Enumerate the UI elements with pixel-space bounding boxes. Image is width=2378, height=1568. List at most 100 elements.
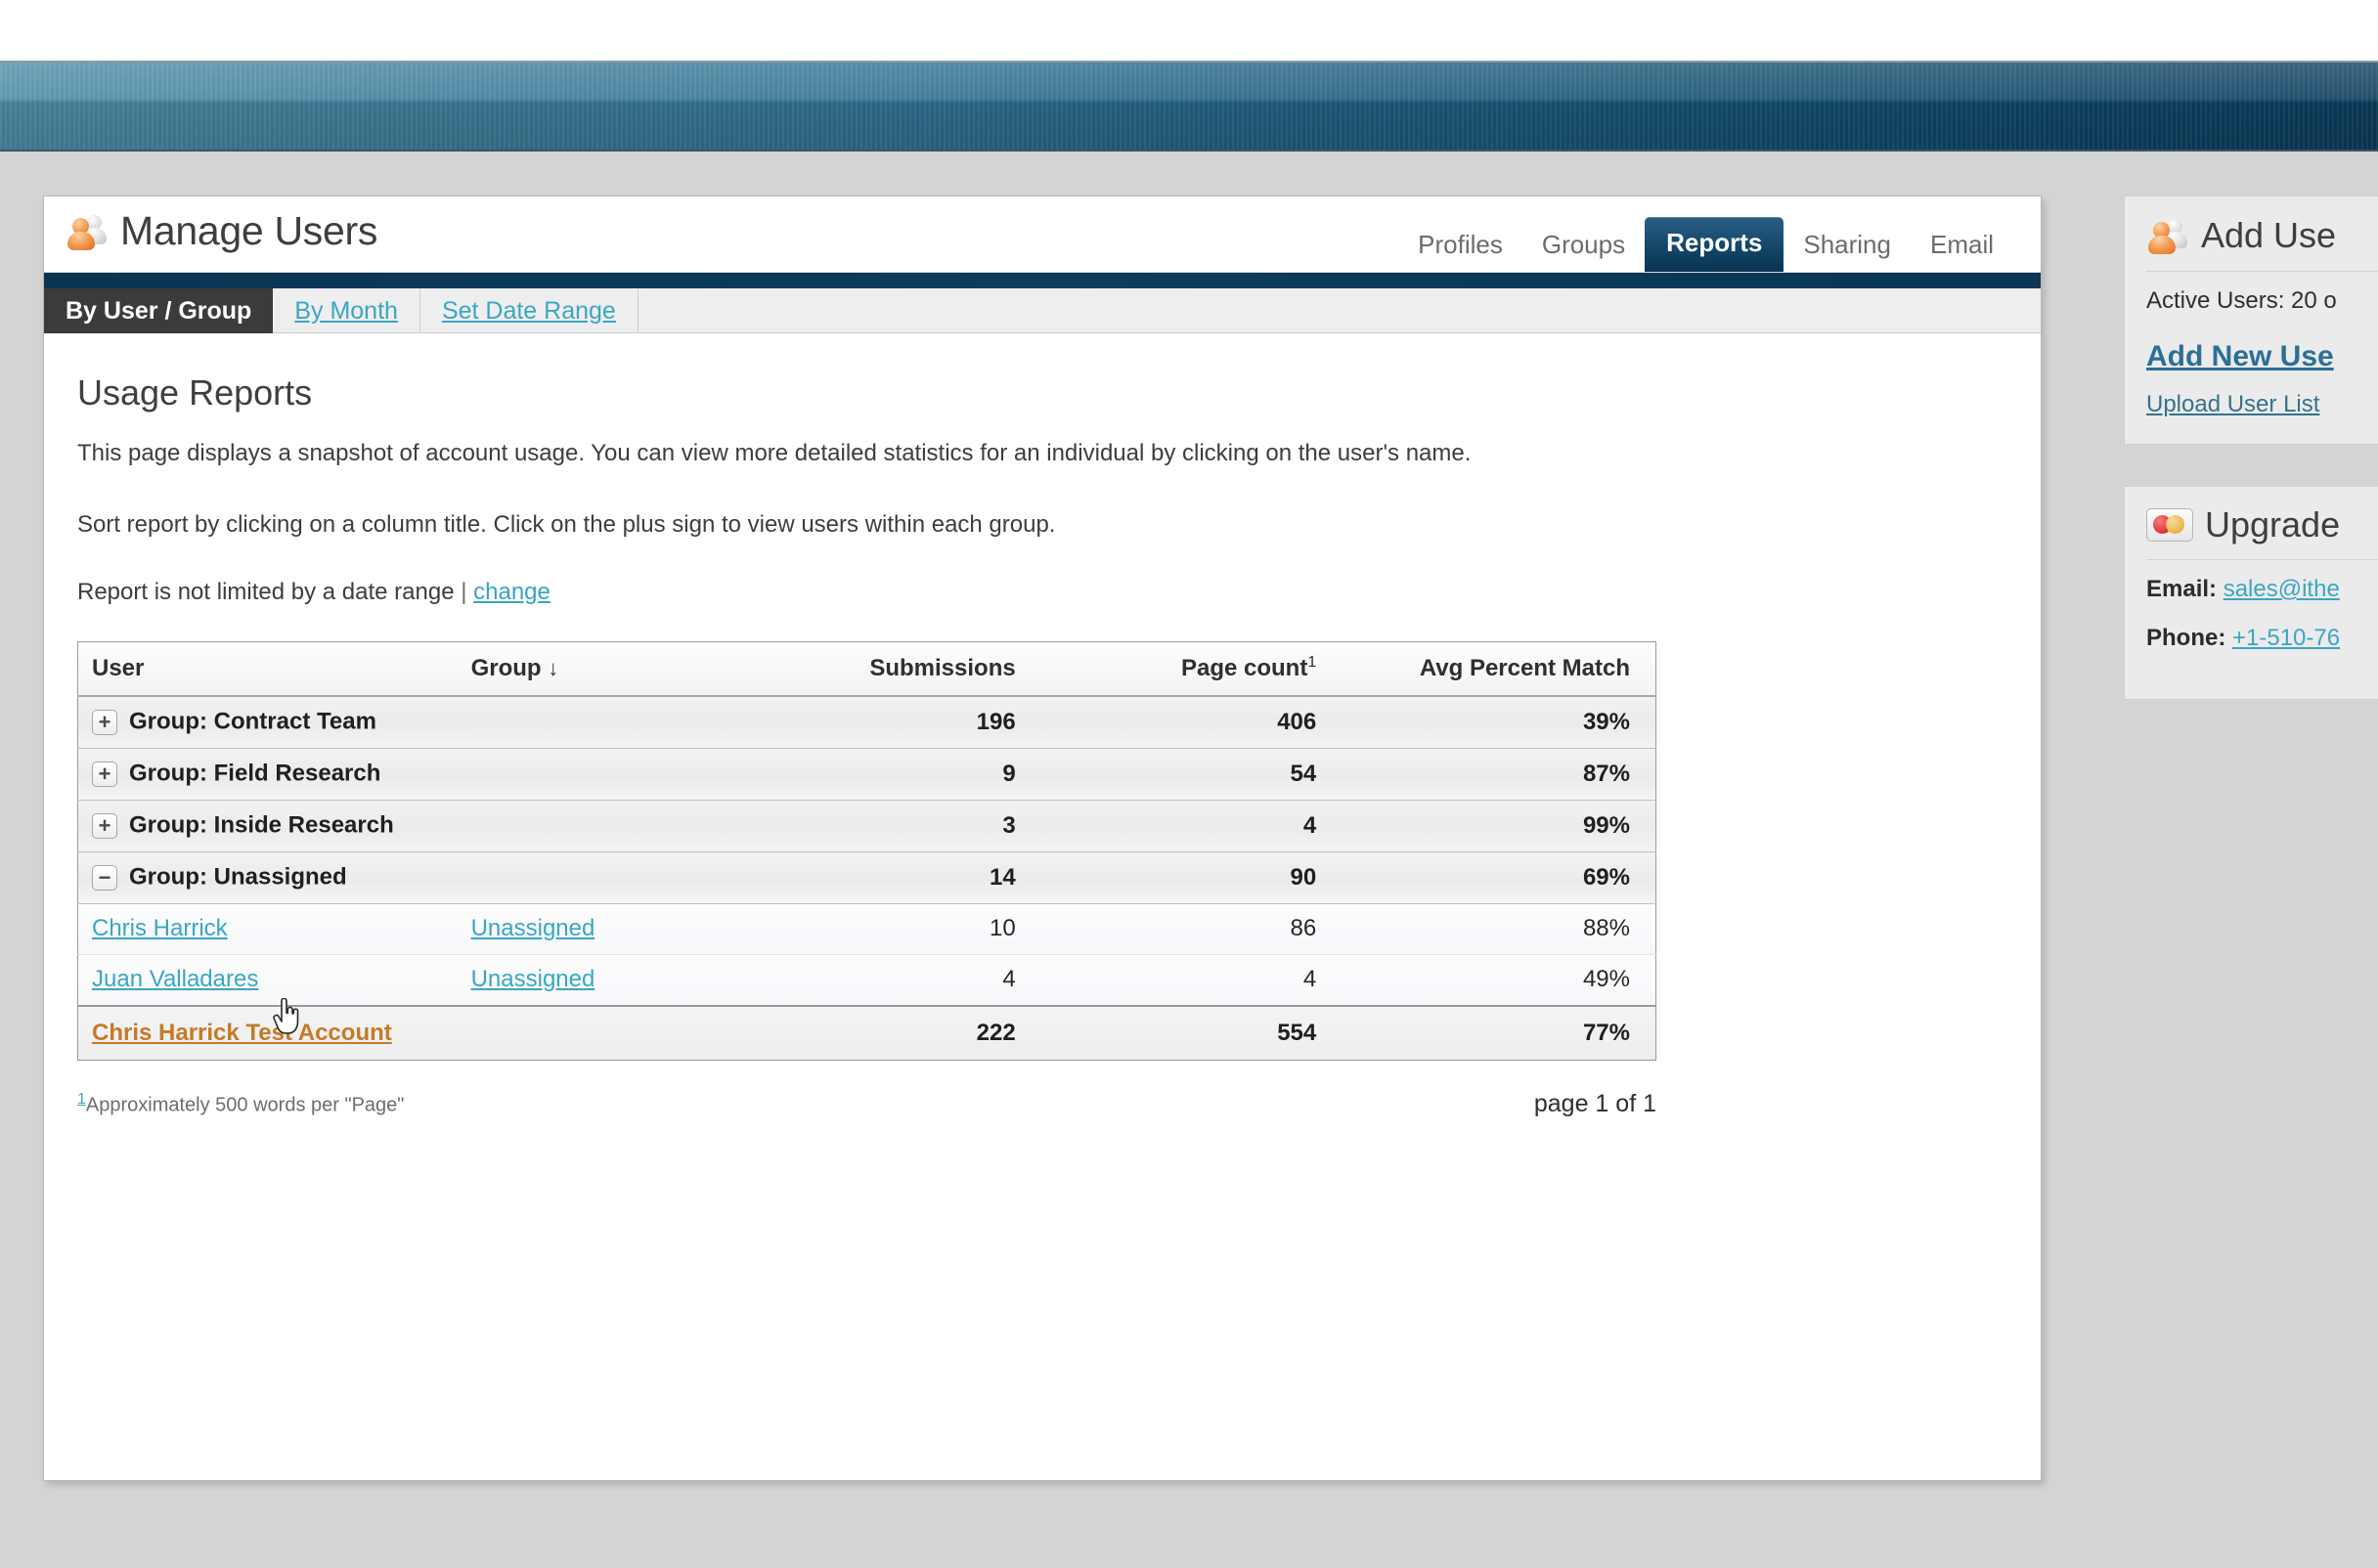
pagination-label: page 1 of 1 xyxy=(1534,1090,1656,1118)
col-header-avg-percent-match[interactable]: Avg Percent Match xyxy=(1342,641,1655,696)
col-header-page-count[interactable]: Page count1 xyxy=(1041,641,1343,696)
panel-header: Manage Users Profiles Groups Reports Sha… xyxy=(44,196,2041,273)
cell-user: −Group: Unassigned xyxy=(78,851,471,903)
intro-paragraph: This page displays a snapshot of account… xyxy=(77,435,1700,473)
table-row: + Group: Field Research 9 54 87% xyxy=(78,748,1656,800)
collapse-group-icon[interactable]: − xyxy=(92,865,117,891)
group-name-link[interactable]: Unassigned xyxy=(471,915,595,941)
users-icon xyxy=(2146,214,2189,257)
col-header-page-count-label: Page count xyxy=(1181,655,1307,681)
upgrade-phone-row: Phone: +1-510-76 xyxy=(2146,625,2378,652)
cell-submissions: 3 xyxy=(739,800,1041,851)
group-name: Group: Unassigned xyxy=(129,864,347,891)
group-name: Group: Contract Team xyxy=(129,709,376,735)
account-total-link[interactable]: Chris Harrick Test Account xyxy=(92,1020,392,1046)
cell-submissions: 10 xyxy=(739,903,1041,954)
cell-group xyxy=(471,1006,739,1061)
subtab-by-month[interactable]: By Month xyxy=(273,288,420,333)
cell-page-count: 406 xyxy=(1041,696,1343,749)
group-name: Group: Field Research xyxy=(129,761,380,787)
cell-avg-percent-match: 69% xyxy=(1342,851,1655,903)
user-name-link[interactable]: Chris Harrick xyxy=(92,915,228,941)
change-date-range-link[interactable]: change xyxy=(473,579,550,605)
cell-avg-percent-match: 87% xyxy=(1342,748,1655,800)
cell-submissions: 4 xyxy=(739,954,1041,1006)
table-footer: 1Approximately 500 words per "Page" page… xyxy=(77,1090,1656,1118)
cell-submissions: 14 xyxy=(739,851,1041,903)
table-head: User Group ↓ Submissions Page count1 Avg… xyxy=(78,641,1656,696)
cell-group xyxy=(471,800,739,851)
add-new-user-link[interactable]: Add New Use xyxy=(2146,340,2378,373)
right-sidebar: Add Use Active Users: 20 o Add New Use U… xyxy=(2124,196,2378,741)
date-range-text: Report is not limited by a date range xyxy=(77,579,455,605)
nav-tab-email[interactable]: Email xyxy=(1911,221,2013,272)
subtab-by-user-group[interactable]: By User / Group xyxy=(44,288,273,333)
site-banner xyxy=(0,61,2378,152)
panel-content: Usage Reports This page displays a snaps… xyxy=(44,333,2041,1118)
upgrade-phone-link[interactable]: +1-510-76 xyxy=(2232,625,2340,651)
upload-user-list-link[interactable]: Upload User List xyxy=(2146,391,2378,418)
col-header-group[interactable]: Group ↓ xyxy=(471,641,739,696)
expand-group-icon[interactable]: + xyxy=(92,710,117,735)
add-users-title: Add Use xyxy=(2201,215,2336,256)
nav-tab-profiles[interactable]: Profiles xyxy=(1398,221,1522,272)
active-users-count: Active Users: 20 o xyxy=(2146,287,2378,315)
page-title-group: Manage Users xyxy=(66,208,377,254)
col-header-submissions[interactable]: Submissions xyxy=(739,641,1041,696)
upgrade-phone-label: Phone: xyxy=(2146,625,2225,651)
upgrade-panel: Upgrade Email: sales@ithe Phone: +1-510-… xyxy=(2124,486,2378,700)
footnote-marker[interactable]: 1 xyxy=(77,1091,86,1108)
table-row: −Group: Unassigned 14 90 69% xyxy=(78,851,1656,903)
group-name-link[interactable]: Unassigned xyxy=(471,966,595,992)
col-header-user[interactable]: User xyxy=(78,641,471,696)
table-body: +Group: Contract Team 196 406 39% +Group… xyxy=(78,696,1656,1061)
cell-page-count: 4 xyxy=(1041,800,1343,851)
page-count-footnote-marker: 1 xyxy=(1307,654,1316,671)
main-panel: Manage Users Profiles Groups Reports Sha… xyxy=(43,196,2042,1481)
cell-submissions: 222 xyxy=(739,1006,1041,1061)
cell-user: + Group: Field Research xyxy=(78,748,471,800)
page-title: Manage Users xyxy=(120,208,377,254)
cell-page-count: 90 xyxy=(1041,851,1343,903)
users-icon xyxy=(66,210,109,253)
cell-user: + Group: Inside Research xyxy=(78,800,471,851)
sort-hint-paragraph: Sort report by clicking on a column titl… xyxy=(77,506,1700,544)
cell-page-count: 554 xyxy=(1041,1006,1343,1061)
cell-user: Chris Harrick xyxy=(78,903,471,954)
top-white-strip xyxy=(0,0,2378,61)
cell-avg-percent-match: 39% xyxy=(1342,696,1655,749)
subtab-set-date-range[interactable]: Set Date Range xyxy=(420,288,639,333)
cell-submissions: 9 xyxy=(739,748,1041,800)
cell-user: Juan Valladares xyxy=(78,954,471,1006)
group-name: Group: Inside Research xyxy=(129,812,394,839)
table-row: Juan Valladares Unassigned 4 4 49% xyxy=(78,954,1656,1006)
table-total-row: Chris Harrick Test Account 222 554 77% xyxy=(78,1006,1656,1061)
footnote: 1Approximately 500 words per "Page" xyxy=(77,1091,404,1117)
cell-user: Chris Harrick Test Account xyxy=(78,1006,471,1061)
nav-tab-groups[interactable]: Groups xyxy=(1522,221,1645,272)
usage-report-table: User Group ↓ Submissions Page count1 Avg… xyxy=(77,641,1656,1061)
sub-tab-bar: By User / Group By Month Set Date Range xyxy=(44,273,2041,333)
upgrade-email-row: Email: sales@ithe xyxy=(2146,576,2378,603)
table-row: +Group: Contract Team 196 406 39% xyxy=(78,696,1656,749)
upgrade-email-label: Email: xyxy=(2146,576,2217,602)
section-title: Usage Reports xyxy=(77,372,2007,414)
cell-page-count: 54 xyxy=(1041,748,1343,800)
expand-group-icon[interactable]: + xyxy=(92,762,117,787)
date-range-separator: | xyxy=(461,579,466,605)
cell-avg-percent-match: 49% xyxy=(1342,954,1655,1006)
cell-group xyxy=(471,851,739,903)
user-name-link[interactable]: Juan Valladares xyxy=(92,966,258,992)
cell-user: + Group: Contract Team xyxy=(78,696,471,749)
nav-tab-reports[interactable]: Reports xyxy=(1645,217,1784,272)
upgrade-title: Upgrade xyxy=(2205,504,2340,545)
nav-tab-sharing[interactable]: Sharing xyxy=(1784,221,1911,272)
cell-avg-percent-match: 77% xyxy=(1342,1006,1655,1061)
expand-group-icon[interactable]: + xyxy=(92,813,117,839)
upgrade-email-link[interactable]: sales@ithe xyxy=(2224,576,2340,602)
table-row: +Group: Inside Research 3 4 99% xyxy=(78,800,1656,851)
cell-page-count: 4 xyxy=(1041,954,1343,1006)
upgrade-panel-header: Upgrade xyxy=(2146,504,2378,560)
cell-group xyxy=(471,696,739,749)
cell-avg-percent-match: 88% xyxy=(1342,903,1655,954)
